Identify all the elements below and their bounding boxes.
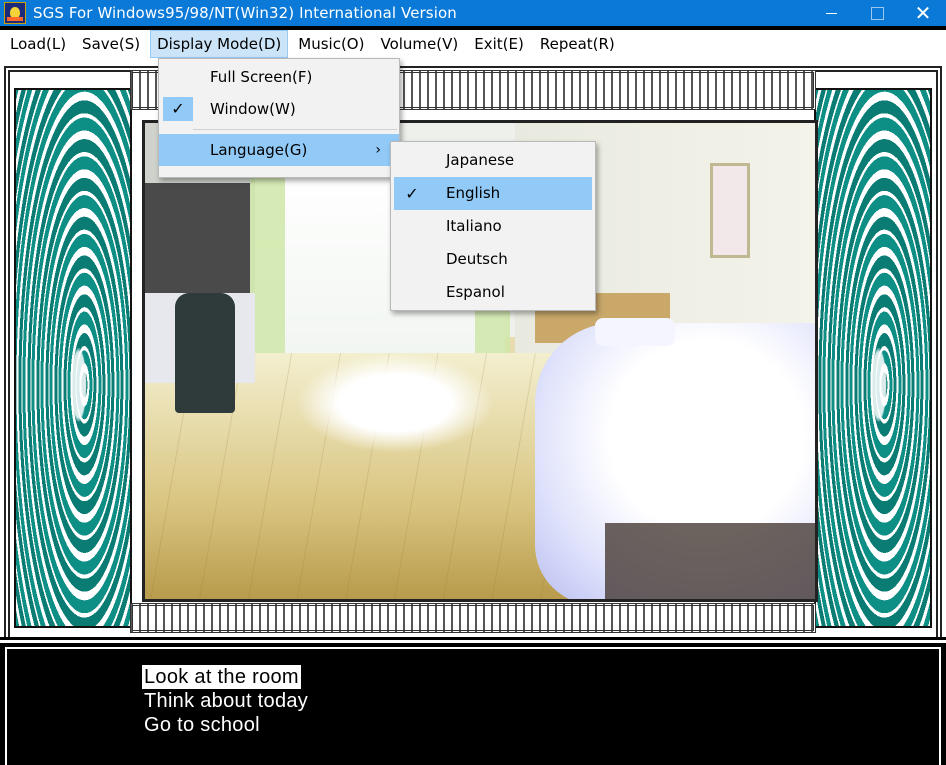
menu-repeat[interactable]: Repeat(R) [534,30,621,58]
maximize-button[interactable] [854,0,900,26]
scene-pillow [595,318,675,346]
menu-item-full-screen[interactable]: Full Screen(F) [159,61,399,93]
choice-think-about-today[interactable]: Think about today [142,689,310,713]
display-mode-menu: Full Screen(F) ✓ Window(W) Language(G) › [158,58,400,178]
menu-item-deutsch[interactable]: Deutsch [394,243,592,276]
choice-look-at-room[interactable]: Look at the room [142,665,301,689]
bottom-ornament [130,603,816,633]
menu-load[interactable]: Load(L) [4,30,72,58]
close-icon: ✕ [914,1,932,25]
menu-item-label: Espanol [446,283,505,301]
menu-item-english[interactable]: ✓ English [394,177,592,210]
dialog-box: Look at the room Think about today Go to… [0,637,946,765]
menu-separator [193,129,397,130]
menu-display-mode[interactable]: Display Mode(D) [150,30,289,58]
menu-save[interactable]: Save(S) [76,30,146,58]
title-bar[interactable]: SGS For Windows95/98/NT(Win32) Internati… [0,0,946,26]
menu-item-label: Italiano [446,217,502,235]
scene-light [295,353,495,453]
choice-list: Look at the room Think about today Go to… [142,665,310,737]
menu-item-espanol[interactable]: Espanol [394,276,592,309]
choice-go-to-school[interactable]: Go to school [142,713,310,737]
menu-item-label: Deutsch [446,250,508,268]
menu-music[interactable]: Music(O) [292,30,370,58]
left-ornament-panel [14,88,132,628]
menu-item-language[interactable]: Language(G) › [159,134,399,166]
choice-row: Look at the room [142,665,310,689]
checkmark-icon: ✓ [405,183,419,203]
menu-volume[interactable]: Volume(V) [374,30,464,58]
menu-item-label: Japanese [446,151,515,169]
language-submenu: Japanese ✓ English Italiano Deutsch Espa… [390,141,596,311]
scene-curtain [250,153,285,353]
chevron-right-icon: › [375,142,381,158]
right-ornament-panel [814,88,932,628]
scene-shadow [605,523,815,599]
menu-exit[interactable]: Exit(E) [468,30,530,58]
menu-item-label: Window(W) [210,100,296,118]
menu-item-italiano[interactable]: Italiano [394,210,592,243]
minimize-button[interactable] [808,0,854,26]
menu-item-japanese[interactable]: Japanese [394,144,592,177]
checkmark-icon: ✓ [163,97,193,121]
menu-item-label: English [446,184,501,202]
menu-item-label: Full Screen(F) [210,68,313,86]
close-button[interactable]: ✕ [900,0,946,26]
scene-picture [710,163,750,258]
window-controls: ✕ [808,0,946,26]
menu-item-window[interactable]: ✓ Window(W) [159,93,399,125]
menu-item-label: Language(G) [210,141,308,159]
menu-bar: Load(L) Save(S) Display Mode(D) Music(O)… [0,30,946,58]
app-icon[interactable] [4,2,26,24]
scene-chair [175,293,235,413]
window-title: SGS For Windows95/98/NT(Win32) Internati… [33,4,457,22]
